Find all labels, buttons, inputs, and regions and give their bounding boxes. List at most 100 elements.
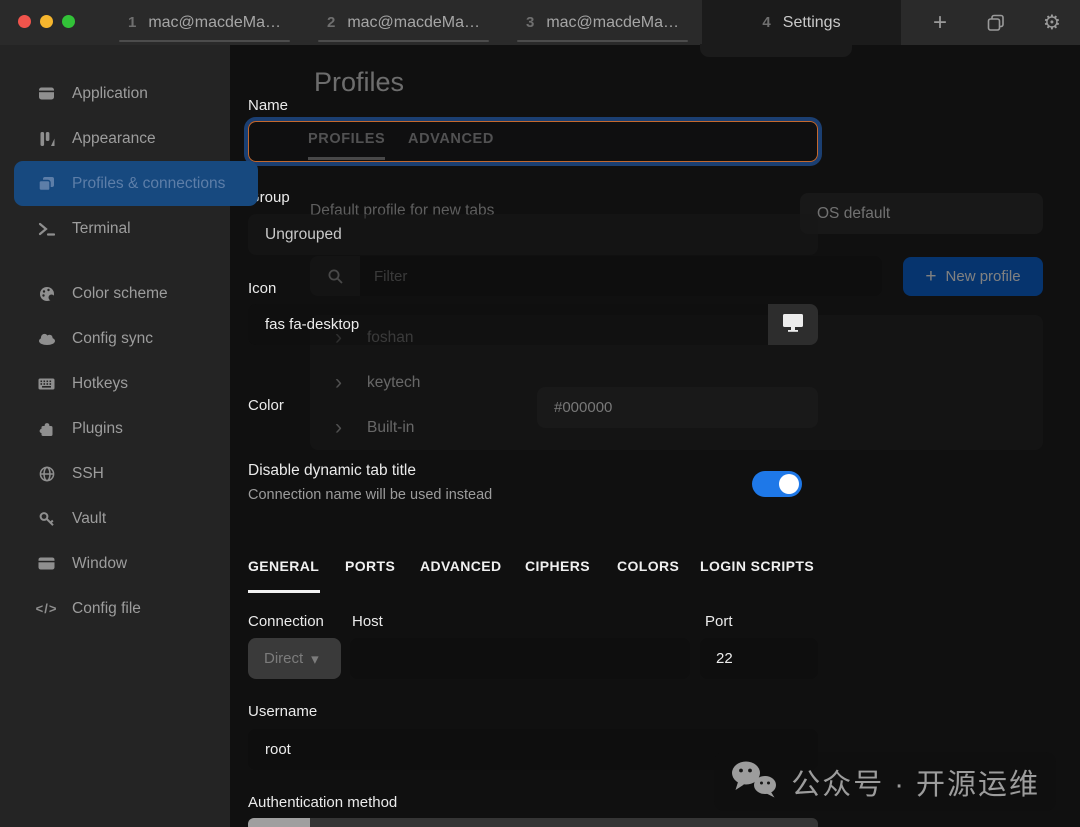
tab-title: mac@macdeMa… [148,14,281,32]
globe-icon [36,466,57,482]
watermark: 公众号 · 开源运维 [714,752,1056,811]
modal-active-tab-underline [248,590,320,593]
sidebar-item-color-scheme[interactable]: Color scheme [0,271,230,316]
keyboard-icon [36,376,57,392]
tab-number: 4 [762,14,770,31]
sidebar-item-profiles-connections[interactable]: Profiles & connections [14,161,258,206]
modal-tab-colors[interactable]: COLORS [617,558,679,574]
terminal-tab-2[interactable]: 2 mac@macdeMa… [304,0,503,45]
sidebar-item-label: Config sync [72,330,153,348]
puzzle-icon [36,421,57,437]
sidebar-item-vault[interactable]: Vault [0,496,230,541]
cloud-icon [36,331,57,347]
gear-icon[interactable]: ⚙ [1024,0,1080,45]
window-icon [36,556,57,572]
sidebar-item-plugins[interactable]: Plugins [0,406,230,451]
palette-icon [36,286,57,302]
terminal-tab-3[interactable]: 3 mac@macdeMa… [503,0,702,45]
tab-activity-bar [318,40,489,42]
new-tab-button[interactable]: + [912,0,968,45]
authentication-method-segmented-control[interactable] [248,818,818,827]
segment-rest[interactable] [310,818,818,827]
dynamic-tab-title-label: Disable dynamic tab title [248,462,416,480]
sidebar-item-label: Terminal [72,220,131,238]
modal-tab-ciphers[interactable]: CIPHERS [525,558,590,574]
sidebar-item-label: Appearance [72,130,156,148]
sidebar-item-application[interactable]: Application [0,71,230,116]
minimize-window-button[interactable] [40,15,53,28]
key-icon [36,511,57,527]
sidebar-item-label: Window [72,555,127,573]
tab-title: Settings [783,14,841,32]
zoom-window-button[interactable] [62,15,75,28]
sidebar-list: Application Appearance Profiles & connec… [0,45,230,631]
sidebar-item-appearance[interactable]: Appearance [0,116,230,161]
modal-tab-login-scripts[interactable]: LOGIN SCRIPTS [700,558,814,574]
name-input[interactable] [248,121,818,162]
chevron-down-icon: ▾ [311,650,319,668]
sidebar-item-config-file[interactable]: </> Config file [0,586,230,631]
icon-value: fas fa-desktop [265,316,359,333]
icon-preview-button[interactable] [768,304,818,345]
close-window-button[interactable] [18,15,31,28]
sidebar-item-config-sync[interactable]: Config sync [0,316,230,361]
connection-label: Connection [248,613,324,630]
profiles-icon [36,176,57,192]
sidebar-item-label: Color scheme [72,285,168,303]
sidebar-item-terminal[interactable]: Terminal [0,206,230,251]
desktop-icon [782,313,804,337]
sidebar-item-label: Hotkeys [72,375,128,393]
app-window: 1 mac@macdeMa… 2 mac@macdeMa… 3 mac@macd… [0,0,1080,827]
tab-number: 1 [128,14,136,31]
sidebar-item-label: SSH [72,465,104,483]
icon-input[interactable]: fas fa-desktop [248,304,818,345]
host-label: Host [352,613,383,630]
application-icon [36,86,57,102]
name-label: Name [248,97,288,114]
settings-sidebar: Application Appearance Profiles & connec… [0,45,230,827]
toggle-knob [779,474,799,494]
port-label: Port [705,613,733,630]
settings-tab[interactable]: 4 Settings [702,0,901,45]
group-select[interactable]: Ungrouped [248,214,818,255]
modal-tab-ports[interactable]: PORTS [345,558,395,574]
tab-number: 3 [526,14,534,31]
segment-selected[interactable] [248,818,310,827]
modal-tab-general[interactable]: GENERAL [248,558,319,574]
sidebar-item-label: Config file [72,600,141,618]
title-bar: 1 mac@macdeMa… 2 mac@macdeMa… 3 mac@macd… [0,0,1080,45]
tab-title: mac@macdeMa… [347,14,480,32]
sidebar-item-window[interactable]: Window [0,541,230,586]
modal-tab-advanced[interactable]: ADVANCED [420,558,502,574]
sidebar-item-label: Vault [72,510,106,528]
connection-value: Direct [264,650,303,667]
port-input[interactable]: 22 [700,638,818,679]
username-value: root [265,741,291,758]
tab-activity-bar [517,40,688,42]
group-value: Ungrouped [265,226,342,244]
dynamic-tab-title-toggle[interactable] [752,471,802,497]
traffic-lights [18,15,75,28]
code-icon: </> [36,601,57,617]
sidebar-item-label: Plugins [72,420,123,438]
titlebar-actions: + ⚙ [912,0,1080,45]
wechat-icon [730,760,778,803]
sidebar-item-hotkeys[interactable]: Hotkeys [0,361,230,406]
terminal-tab-1[interactable]: 1 mac@macdeMa… [105,0,304,45]
icon-label: Icon [248,280,276,297]
port-value: 22 [716,650,733,667]
settings-content: Profiles PROFILES ADVANCED Default profi… [230,45,1080,827]
sidebar-item-ssh[interactable]: SSH [0,451,230,496]
terminal-tab-strip: 1 mac@macdeMa… 2 mac@macdeMa… 3 mac@macd… [105,0,901,45]
active-tab-extension [700,44,852,57]
watermark-text: 公众号 · 开源运维 [791,761,1040,803]
color-input[interactable] [537,387,818,428]
authentication-method-label: Authentication method [248,794,397,811]
terminal-icon [36,221,57,237]
appearance-icon [36,131,57,147]
tab-title: mac@macdeMa… [546,14,679,32]
host-input[interactable] [350,638,690,679]
connection-select[interactable]: Direct ▾ [248,638,341,679]
sidebar-item-label: Profiles & connections [72,175,225,193]
duplicate-tab-icon[interactable] [968,0,1024,45]
